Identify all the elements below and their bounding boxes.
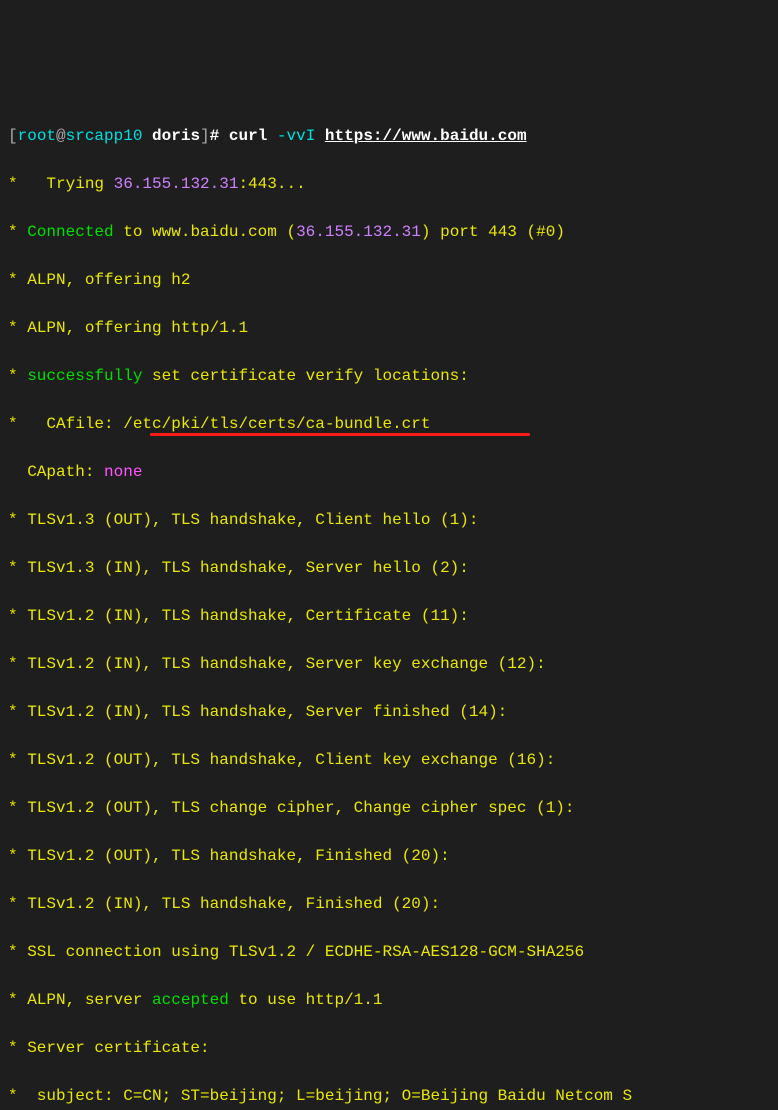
server-cert-line: * Server certificate: — [8, 1036, 770, 1060]
tls-line: * TLSv1.2 (IN), TLS handshake, Server ke… — [8, 652, 770, 676]
ip-address: 36.155.132.31 — [114, 175, 239, 193]
tls-line: * TLSv1.3 (OUT), TLS handshake, Client h… — [8, 508, 770, 532]
capath-line: CApath: none — [8, 460, 770, 484]
prompt-host: srcapp10 — [66, 127, 143, 145]
alpn-h2-line: * ALPN, offering h2 — [8, 268, 770, 292]
curl-command: curl — [229, 127, 267, 145]
annotation-underline — [150, 433, 530, 436]
tls-line: * TLSv1.2 (IN), TLS handshake, Server fi… — [8, 700, 770, 724]
cafile-line: * CAfile: /etc/pki/tls/certs/ca-bundle.c… — [8, 412, 770, 436]
trying-line: * Trying 36.155.132.31:443... — [8, 172, 770, 196]
connected-line: * Connected to www.baidu.com (36.155.132… — [8, 220, 770, 244]
tls-line: * TLSv1.3 (IN), TLS handshake, Server he… — [8, 556, 770, 580]
successfully-line: * successfully set certificate verify lo… — [8, 364, 770, 388]
prompt-symbol: # — [210, 127, 220, 145]
tls-line: * TLSv1.2 (IN), TLS handshake, Finished … — [8, 892, 770, 916]
ssl-conn-line: * SSL connection using TLSv1.2 / ECDHE-R… — [8, 940, 770, 964]
tls-line: * TLSv1.2 (OUT), TLS change cipher, Chan… — [8, 796, 770, 820]
ip-address: 36.155.132.31 — [296, 223, 421, 241]
curl-flags: -vvI — [277, 127, 315, 145]
tls-line: * TLSv1.2 (OUT), TLS handshake, Client k… — [8, 748, 770, 772]
curl-url: https://www.baidu.com — [325, 127, 527, 145]
terminal-output: [root@srcapp10 doris]# curl -vvI https:/… — [8, 100, 770, 1110]
prompt-line[interactable]: [root@srcapp10 doris]# curl -vvI https:/… — [8, 124, 770, 148]
alpn-accepted-line: * ALPN, server accepted to use http/1.1 — [8, 988, 770, 1012]
prompt-user: root — [18, 127, 56, 145]
tls-line: * TLSv1.2 (IN), TLS handshake, Certifica… — [8, 604, 770, 628]
subject-line: * subject: C=CN; ST=beijing; L=beijing; … — [8, 1084, 770, 1108]
alpn-http11-line: * ALPN, offering http/1.1 — [8, 316, 770, 340]
prompt-dir: doris — [152, 127, 200, 145]
tls-line: * TLSv1.2 (OUT), TLS handshake, Finished… — [8, 844, 770, 868]
